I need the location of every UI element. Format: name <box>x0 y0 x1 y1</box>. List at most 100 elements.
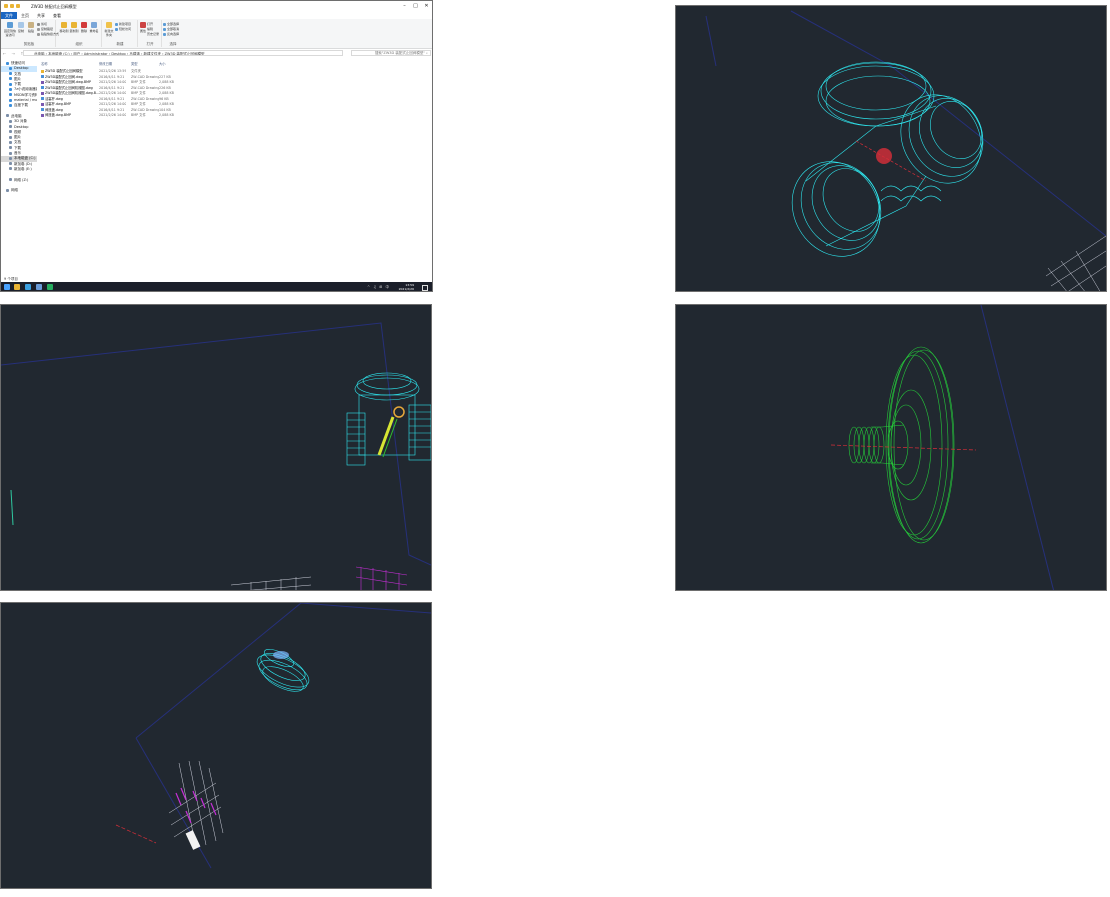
nav-item-label: 此电脑 <box>11 113 22 118</box>
quick-access-toolbar[interactable] <box>4 4 22 9</box>
nav-item-label: 网络 <box>11 188 18 193</box>
tab-home[interactable]: 主页 <box>17 12 33 19</box>
easy-access-button[interactable]: 轻松访问 <box>115 27 131 31</box>
tab-file[interactable]: 文件 <box>1 12 17 19</box>
tray-icons[interactable]: ^ ♫ ⊞ 中 <box>367 285 390 290</box>
easy-access-label: 轻松访问 <box>119 27 132 31</box>
app-taskbar-icon[interactable] <box>36 284 42 290</box>
nav-item-icon <box>9 151 12 155</box>
new-item-label: 新建项目 <box>119 22 132 26</box>
delete-icon <box>81 22 87 28</box>
ribbon: 固定到快速访问 复制 粘贴 剪切 复制路径 粘贴快捷方式 剪贴板 移动到 复制到… <box>1 19 432 49</box>
seat-cover-wireframe <box>848 346 955 544</box>
axis-marker <box>10 489 14 526</box>
maximize-button[interactable]: □ <box>410 1 421 12</box>
invert-selection-button[interactable]: 反向选择 <box>163 32 179 36</box>
flange-ring <box>885 354 943 536</box>
copy-icon <box>18 22 24 28</box>
nav-item-label: 文档 <box>14 71 21 76</box>
select-all-icon <box>163 22 166 26</box>
column-name[interactable]: 名称 <box>41 61 48 66</box>
center-axis-line <box>855 140 927 182</box>
file-type-icon <box>41 102 44 106</box>
tab-share[interactable]: 共享 <box>33 12 49 19</box>
history-button[interactable]: 历史记录 <box>147 32 159 36</box>
browser-taskbar-icon[interactable] <box>25 284 31 290</box>
shortcut-icon <box>37 32 40 36</box>
open-button[interactable]: 打开 <box>147 22 153 26</box>
nav-item-icon <box>9 82 12 86</box>
file-type-icon <box>41 91 44 95</box>
nav-item-icon <box>9 146 12 150</box>
paste-shortcut-button[interactable]: 粘贴快捷方式 <box>37 32 59 36</box>
properties-button[interactable]: 属性 <box>139 22 147 33</box>
nav-item-icon <box>9 103 12 107</box>
nav-item-label: 图片 <box>14 135 21 140</box>
address-path[interactable]: 此电脑 › 本地磁盘 (C:) › 用户 › Administrator › D… <box>23 50 343 56</box>
close-button[interactable]: ✕ <box>421 1 432 12</box>
nav-item-icon <box>9 98 12 102</box>
copy-path-label: 复制路径 <box>41 27 54 31</box>
nav-item-icon <box>6 114 9 118</box>
select-all-button[interactable]: 全部选择 <box>163 22 179 26</box>
pin-quick-access-button[interactable]: 固定到快速访问 <box>4 22 16 37</box>
nav-item-icon <box>9 72 12 76</box>
copy-to-button[interactable]: 复制到 <box>69 22 79 33</box>
nav-item-label: Desktop <box>14 66 29 71</box>
search-input[interactable]: 搜索"ZW3D 装配式止回阀模型" ⌕ <box>351 50 431 56</box>
paste-button[interactable]: 粘贴 <box>26 22 36 33</box>
select-none-icon <box>163 27 166 31</box>
nav-item-icon <box>9 125 12 129</box>
copy-to-label: 复制到 <box>69 29 79 33</box>
notification-icon[interactable] <box>422 285 428 291</box>
column-type[interactable]: 类型 <box>131 61 138 66</box>
nav-item-icon <box>9 167 12 171</box>
nav-item-label: MSDN学习资料源 <box>14 92 37 97</box>
file-row[interactable]: 阀座盖.dwg.BMP 2021/2/26 14:00 BMP 文件 2,088 KB <box>39 113 431 119</box>
column-date[interactable]: 修改日期 <box>99 61 112 66</box>
nav-item-icon <box>9 87 12 91</box>
valve-body-wireframe <box>791 61 984 257</box>
file-name-text: ZW3D 装配式止回阀模型 <box>45 69 83 73</box>
nav-item-icon <box>6 61 9 65</box>
title-block-grid <box>230 576 312 590</box>
edit-button[interactable]: 编辑 <box>147 27 153 31</box>
cad-taskbar-icon[interactable] <box>47 284 53 290</box>
windows-start-icon[interactable] <box>4 284 10 290</box>
copy-label: 复制 <box>17 29 24 33</box>
nav-item-label: 下载 <box>14 145 21 150</box>
right-port <box>900 94 982 184</box>
move-to-button[interactable]: 移动到 <box>59 22 69 33</box>
new-item-button[interactable]: 新建项目 <box>115 22 131 26</box>
clipboard-group-label: 剪贴板 <box>23 42 35 46</box>
copy-button[interactable]: 复制 <box>16 22 26 33</box>
new-folder-button[interactable]: 新建文件夹 <box>104 22 114 37</box>
explorer-taskbar-icon[interactable] <box>14 284 20 290</box>
piston-rod-view <box>0 602 432 889</box>
clock-date: 2021/2/26 <box>398 287 414 291</box>
nav-item-icon <box>9 119 12 123</box>
top-ring <box>817 65 935 127</box>
nav-item-icon <box>9 77 12 81</box>
column-size[interactable]: 大小 <box>159 61 166 66</box>
history-label: 历史记录 <box>147 32 160 36</box>
address-bar-row: ← → ↑ 此电脑 › 本地磁盘 (C:) › 用户 › Administrat… <box>1 49 432 58</box>
nav-item[interactable]: 网络 <box>1 188 37 193</box>
nav-item-label: Desktop <box>14 124 29 129</box>
valve-wireframe-drawing <box>705 10 1106 291</box>
open-group-label: 打开 <box>146 42 154 46</box>
rename-button[interactable]: 重命名 <box>89 22 99 33</box>
file-list-header: 名称 修改日期 类型 大小 <box>39 61 431 66</box>
minimize-button[interactable]: – <box>399 1 410 12</box>
select-none-button[interactable]: 全部取消 <box>163 27 179 31</box>
ribbon-tabs: 文件 主页 共享 查看 <box>1 12 432 19</box>
delete-button[interactable]: 删除 <box>79 22 89 33</box>
valve-wireframe-drawing <box>1 322 431 590</box>
tab-view[interactable]: 查看 <box>49 12 65 19</box>
new-group-label: 新建 <box>116 42 124 46</box>
copy-path-button[interactable]: 复制路径 <box>37 27 53 31</box>
clock[interactable]: 13:59 2021/2/26 <box>399 283 414 291</box>
properties-icon <box>140 22 146 28</box>
file-type-icon <box>41 69 44 73</box>
cut-button[interactable]: 剪切 <box>37 22 47 26</box>
